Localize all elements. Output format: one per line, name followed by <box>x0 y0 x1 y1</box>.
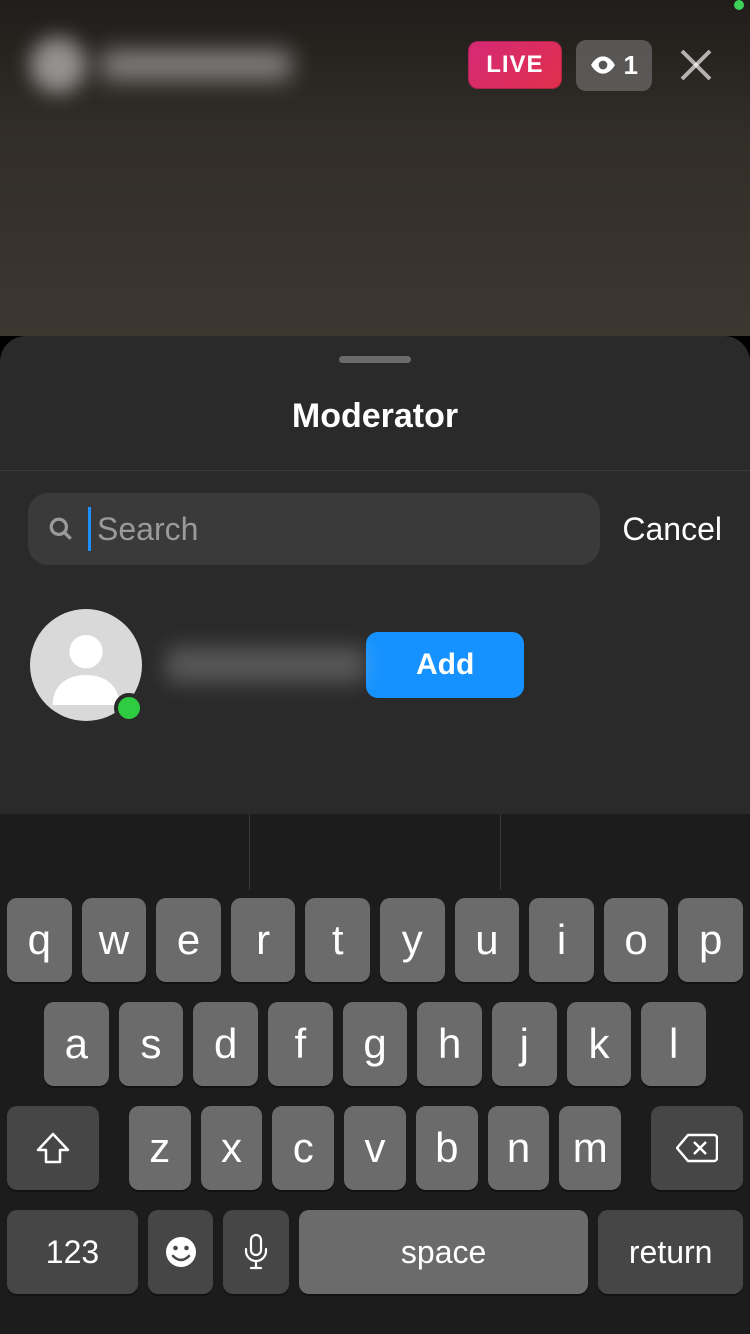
key-w[interactable]: w <box>82 898 147 982</box>
eye-icon <box>590 55 616 75</box>
key-g[interactable]: g <box>343 1002 408 1086</box>
backspace-icon <box>676 1133 718 1163</box>
key-l[interactable]: l <box>641 1002 706 1086</box>
live-badge: LIVE <box>468 41 561 89</box>
viewer-count-text: 1 <box>624 50 638 81</box>
key-m[interactable]: m <box>559 1106 621 1190</box>
close-button[interactable] <box>672 41 720 89</box>
close-icon <box>676 45 716 85</box>
return-key[interactable]: return <box>598 1210 743 1294</box>
key-t[interactable]: t <box>305 898 370 982</box>
key-b[interactable]: b <box>416 1106 478 1190</box>
text-cursor <box>88 507 91 551</box>
moderator-sheet: Moderator Cancel Add <box>0 336 750 814</box>
key-s[interactable]: s <box>119 1002 184 1086</box>
sheet-title: Moderator <box>0 397 750 471</box>
add-button[interactable]: Add <box>366 632 524 698</box>
status-dot-top <box>734 0 744 10</box>
broadcaster-username[interactable] <box>101 51 291 79</box>
dictation-key[interactable] <box>223 1210 288 1294</box>
key-r[interactable]: r <box>231 898 296 982</box>
shift-icon <box>36 1132 70 1164</box>
emoji-icon <box>163 1234 199 1270</box>
cancel-button[interactable]: Cancel <box>622 511 722 548</box>
keyboard: qwertyuiop asdfghjkl zxcvbnm 123 space r… <box>0 814 750 1334</box>
broadcaster-avatar[interactable] <box>30 37 86 93</box>
key-j[interactable]: j <box>492 1002 557 1086</box>
key-n[interactable]: n <box>488 1106 550 1190</box>
key-x[interactable]: x <box>201 1106 263 1190</box>
key-z[interactable]: z <box>129 1106 191 1190</box>
key-d[interactable]: d <box>193 1002 258 1086</box>
live-header: LIVE 1 <box>0 0 750 130</box>
key-v[interactable]: v <box>344 1106 406 1190</box>
key-y[interactable]: y <box>380 898 445 982</box>
search-input[interactable] <box>97 511 580 548</box>
suggestion-slot[interactable] <box>250 814 500 890</box>
mic-icon <box>243 1233 269 1271</box>
keyboard-suggestions <box>0 814 750 890</box>
online-indicator <box>114 693 144 723</box>
shift-key[interactable] <box>7 1106 99 1190</box>
key-p[interactable]: p <box>678 898 743 982</box>
key-h[interactable]: h <box>417 1002 482 1086</box>
suggestion-slot[interactable] <box>0 814 250 890</box>
numbers-key[interactable]: 123 <box>7 1210 138 1294</box>
person-icon <box>46 625 126 705</box>
emoji-key[interactable] <box>148 1210 213 1294</box>
key-f[interactable]: f <box>268 1002 333 1086</box>
sheet-drag-handle[interactable] <box>339 356 411 363</box>
key-e[interactable]: e <box>156 898 221 982</box>
viewer-count-badge[interactable]: 1 <box>576 40 652 91</box>
key-i[interactable]: i <box>529 898 594 982</box>
search-icon <box>48 516 74 542</box>
key-c[interactable]: c <box>272 1106 334 1190</box>
key-q[interactable]: q <box>7 898 72 982</box>
key-k[interactable]: k <box>567 1002 632 1086</box>
suggestion-slot[interactable] <box>501 814 750 890</box>
user-name[interactable] <box>166 647 366 683</box>
key-u[interactable]: u <box>455 898 520 982</box>
backspace-key[interactable] <box>651 1106 743 1190</box>
key-a[interactable]: a <box>44 1002 109 1086</box>
key-o[interactable]: o <box>604 898 669 982</box>
space-key[interactable]: space <box>299 1210 588 1294</box>
user-list-item: Add <box>0 599 750 731</box>
search-field[interactable] <box>28 493 600 565</box>
